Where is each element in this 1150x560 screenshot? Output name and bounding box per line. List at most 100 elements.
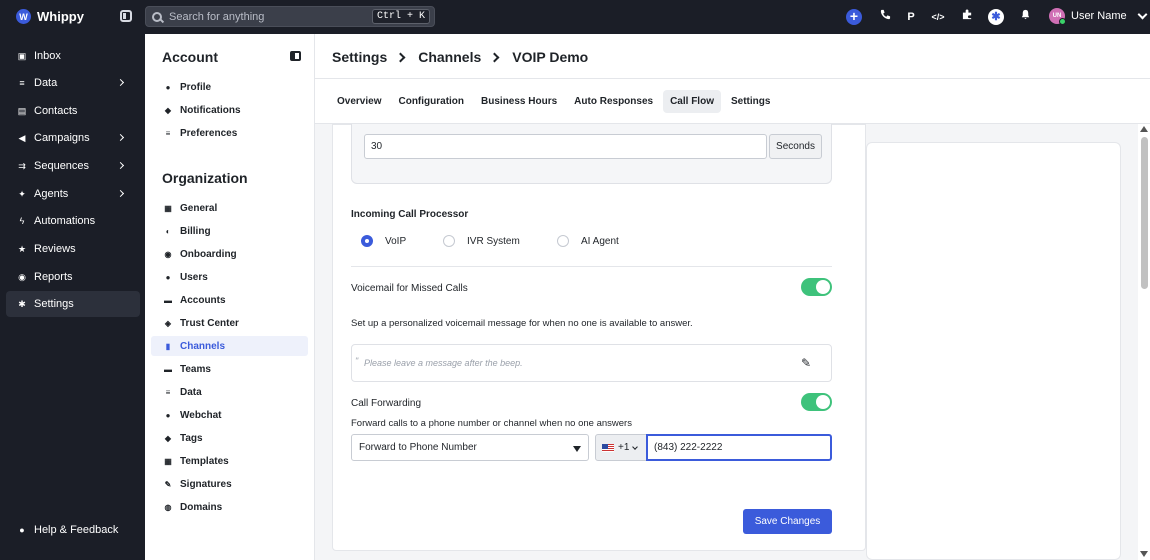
tab-auto-responses[interactable]: Auto Responses [567,90,660,113]
sidebar-item-label: Data [34,77,58,89]
sidebar-item-contacts[interactable]: ▤ Contacts [6,98,140,124]
tab-settings[interactable]: Settings [724,90,777,113]
sidebar-item-data[interactable]: ≡ Data [6,70,140,96]
user-menu[interactable]: UN User Name [1049,8,1148,25]
search-input[interactable]: Search for anything Ctrl + K [145,6,435,27]
voicemail-placeholder: " Please leave a message after the beep. [355,356,523,368]
settings-item-accounts[interactable]: ▬ Accounts [151,290,308,310]
voicemail-message-field[interactable]: " Please leave a message after the beep.… [351,344,832,382]
settings-item-label: Signatures [180,478,232,490]
settings-item-label: Billing [180,225,211,237]
settings-item-label: Accounts [180,294,226,306]
contacts-icon: ▤ [17,105,27,116]
sidebar-item-reports[interactable]: ◉ Reports [6,264,140,290]
search-icon [152,11,162,22]
sidebar-item-automations[interactable]: ϟ Automations [6,208,140,234]
settings-item-notifications[interactable]: ◆ Notifications [151,100,308,120]
sidebar-item-campaigns[interactable]: ◀ Campaigns [6,125,140,151]
settings-item-tags[interactable]: ◆ Tags [151,428,308,448]
sidebar-item-agents[interactable]: ✦ Agents [6,181,140,207]
building-icon: ▬ [164,295,172,305]
help-feedback-link[interactable]: ● Help & Feedback [6,517,140,543]
chevron-right-icon [116,161,125,170]
settings-item-preferences[interactable]: ≡ Preferences [151,123,308,143]
settings-item-label: Webchat [180,409,222,421]
help-badge-icon[interactable]: ✱ [988,9,1004,25]
plus-icon[interactable]: + [846,9,862,25]
main-content: Settings Channels VOIP Demo Overview Con… [315,34,1150,560]
breadcrumb-settings[interactable]: Settings [332,49,387,65]
radio-ivr[interactable]: IVR System [443,235,520,247]
settings-item-webchat[interactable]: ● Webchat [151,405,308,425]
voicemail-label: Voicemail for Missed Calls [351,283,468,294]
parking-icon[interactable]: P [903,9,919,25]
sidebar-item-sequences[interactable]: ⇉ Sequences [6,153,140,179]
pencil-icon[interactable]: ✎ [801,357,813,369]
sidebar-toggle-icon[interactable] [120,10,132,22]
settings-item-label: Preferences [180,127,238,139]
timeout-input[interactable]: 30 [364,134,767,159]
tab-configuration[interactable]: Configuration [391,90,471,113]
scrollbar-thumb[interactable] [1141,137,1148,289]
tag-icon: ◆ [164,433,172,443]
settings-item-label: Channels [180,340,226,352]
sidebar-item-label: Inbox [34,50,61,62]
settings-item-label: Users [180,271,208,283]
chevron-down-icon [1137,9,1148,19]
settings-item-profile[interactable]: ● Profile [151,77,308,97]
radio-checked-icon [361,235,373,247]
settings-item-label: Domains [180,501,223,513]
chevron-right-icon [116,78,125,87]
sidebar-item-reviews[interactable]: ★ Reviews [6,236,140,262]
teams-icon: ▬ [164,364,172,374]
radio-label: AI Agent [581,235,619,247]
chat-icon: ● [165,410,171,420]
settings-item-onboarding[interactable]: ◉ Onboarding [151,244,308,264]
forwarding-toggle[interactable] [801,393,832,411]
forward-type-select[interactable]: Forward to Phone Number [351,434,589,461]
phone-number-input[interactable]: (843) 222-2222 [646,434,832,461]
settings-item-billing[interactable]: ◐ Billing [151,221,308,241]
brand[interactable]: W Whippy [16,9,84,24]
lightning-icon: ϟ [19,216,25,226]
gear-icon: ✱ [18,298,26,309]
sidebar-item-inbox[interactable]: ▣ Inbox [6,43,140,69]
voicemail-toggle[interactable] [801,278,832,296]
tab-overview[interactable]: Overview [330,90,388,113]
chevron-right-icon [489,52,500,62]
tab-call-flow[interactable]: Call Flow [663,90,721,113]
bell-icon[interactable] [1017,9,1033,25]
radio-voip[interactable]: VoIP [361,235,406,247]
settings-item-users[interactable]: ● Users [151,267,308,287]
settings-item-templates[interactable]: ▦ Templates [151,451,308,471]
settings-nav: Account ● Profile ◆ Notifications ≡ Pref… [145,34,315,560]
report-icon: ◉ [18,271,26,282]
settings-item-trust-center[interactable]: ◈ Trust Center [151,313,308,333]
save-changes-button[interactable]: Save Changes [743,509,832,534]
user-icon: ● [165,82,171,92]
globe-icon: ◍ [164,502,172,512]
settings-item-general[interactable]: ▦ General [151,198,308,218]
settings-item-channels[interactable]: ▮ Channels [151,336,308,356]
settings-item-domains[interactable]: ◍ Domains [151,497,308,517]
scroll-up-icon[interactable] [1140,126,1148,132]
forwarding-description: Forward calls to a phone number or chann… [351,418,632,429]
scroll-down-icon[interactable] [1140,551,1148,557]
star-icon: ★ [17,243,27,254]
tab-business-hours[interactable]: Business Hours [474,90,564,113]
sidebar-item-settings[interactable]: ✱ Settings [6,291,140,317]
breadcrumb-channels[interactable]: Channels [418,49,481,65]
sidebar-item-label: Sequences [34,160,90,172]
help-icon: ● [19,525,25,535]
radio-ai-agent[interactable]: AI Agent [557,235,619,247]
panel-collapse-icon[interactable] [290,51,301,61]
code-icon[interactable]: </> [930,9,946,25]
settings-item-label: Tags [180,432,203,444]
puzzle-icon[interactable] [959,9,975,25]
phone-call-icon[interactable] [877,9,893,25]
settings-item-signatures[interactable]: ✎ Signatures [151,474,308,494]
country-code-select[interactable]: +1 [595,434,647,461]
settings-item-data[interactable]: ≡ Data [151,382,308,402]
us-flag-icon [602,443,614,452]
settings-item-teams[interactable]: ▬ Teams [151,359,308,379]
